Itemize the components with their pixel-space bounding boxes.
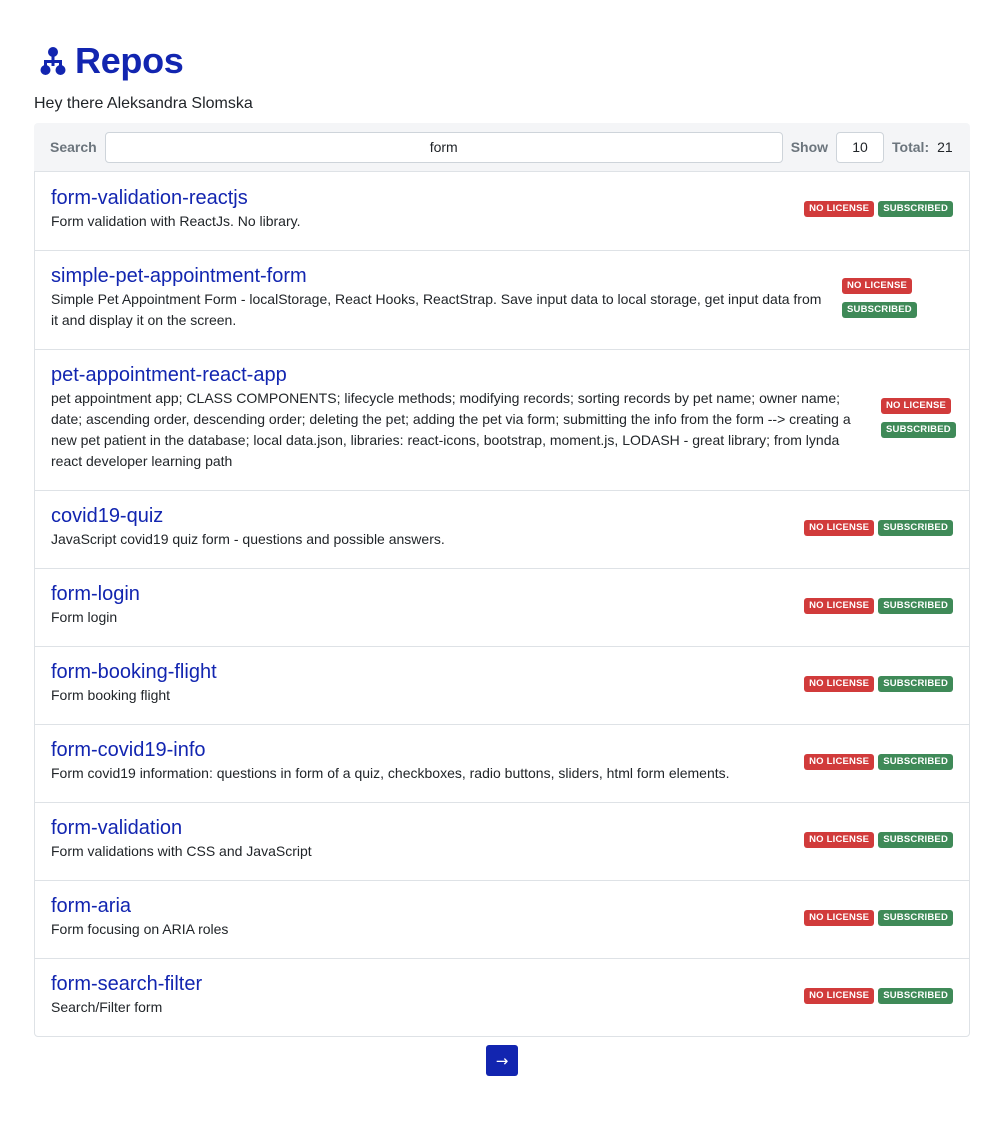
repo-badges: NO LICENSE SUBSCRIBED — [804, 753, 953, 770]
no-license-badge: NO LICENSE — [804, 909, 875, 926]
repo-list-item: form-booking-flight Form booking flight … — [35, 646, 969, 724]
subscribed-badge: SUBSCRIBED — [842, 302, 917, 318]
repo-info: form-search-filter Search/Filter form — [51, 973, 788, 1018]
no-license-badge: NO LICENSE — [804, 201, 875, 217]
search-input[interactable] — [104, 131, 783, 163]
no-license-badge: NO LICENSE — [804, 753, 875, 770]
search-toolbar: Search Show Total: 21 — [34, 123, 970, 171]
repo-name-link[interactable]: pet-appointment-react-app — [51, 364, 287, 386]
repo-badges: NO LICENSE SUBSCRIBED — [842, 278, 953, 318]
repo-badges: NO LICENSE SUBSCRIBED — [804, 597, 953, 614]
repo-list-item: form-validation-reactjs Form validation … — [35, 172, 969, 250]
subscribed-badge: SUBSCRIBED — [878, 909, 953, 926]
repo-description: Form validations with CSS and JavaScript — [51, 843, 312, 859]
repo-info: form-validation Form validations with CS… — [51, 817, 788, 862]
repo-name-link[interactable]: form-covid19-info — [51, 739, 206, 761]
repo-info: form-validation-reactjs Form validation … — [51, 187, 788, 232]
repo-description: Form login — [51, 609, 118, 625]
repo-description: Form focusing on ARIA roles — [51, 921, 229, 937]
repo-description: Form covid19 information: questions in f… — [51, 765, 730, 781]
repo-info: form-login Form login — [51, 583, 788, 628]
subscribed-badge: SUBSCRIBED — [881, 422, 956, 438]
repo-name-link[interactable]: form-validation-reactjs — [51, 187, 248, 209]
repo-info: simple-pet-appointment-form Simple Pet A… — [51, 265, 826, 331]
subscribed-badge: SUBSCRIBED — [878, 753, 953, 770]
repo-description: JavaScript covid19 quiz form - questions… — [51, 531, 445, 547]
subscribed-badge: SUBSCRIBED — [878, 987, 953, 1004]
no-license-badge: NO LICENSE — [842, 278, 913, 294]
page-size-input[interactable] — [836, 131, 885, 163]
repo-name-link[interactable]: form-booking-flight — [51, 661, 217, 683]
repo-name-link[interactable]: form-search-filter — [51, 973, 202, 995]
repo-name-link[interactable]: covid19-quiz — [51, 505, 163, 527]
repo-list-item: form-login Form login NO LICENSE SUBSCRI… — [35, 568, 969, 646]
page-title: Repos — [75, 40, 184, 81]
repo-list-item: simple-pet-appointment-form Simple Pet A… — [35, 250, 969, 349]
repo-badges: NO LICENSE SUBSCRIBED — [804, 831, 953, 848]
no-license-badge: NO LICENSE — [804, 597, 875, 614]
repo-description: Form validation with ReactJs. No library… — [51, 212, 301, 229]
subscribed-badge: SUBSCRIBED — [878, 675, 953, 692]
next-page-button[interactable]: → — [486, 1045, 518, 1076]
repo-list-item: form-validation Form validations with CS… — [35, 802, 969, 880]
repo-badges: NO LICENSE SUBSCRIBED — [804, 675, 953, 692]
repo-name-link[interactable]: form-validation — [51, 817, 182, 839]
repo-list-item: covid19-quiz JavaScript covid19 quiz for… — [35, 490, 969, 568]
repo-info: form-aria Form focusing on ARIA roles — [51, 895, 788, 940]
show-label: Show — [790, 139, 829, 155]
no-license-badge: NO LICENSE — [804, 831, 875, 848]
no-license-badge: NO LICENSE — [804, 987, 875, 1004]
total-count: 21 — [937, 139, 953, 155]
arrow-right-icon: → — [495, 1051, 509, 1070]
repo-list-item: form-search-filter Search/Filter form NO… — [35, 958, 969, 1036]
repo-badges: NO LICENSE SUBSCRIBED — [804, 909, 953, 926]
repo-description: Form booking flight — [51, 687, 171, 703]
repo-list: form-validation-reactjs Form validation … — [34, 171, 970, 1037]
repo-info: form-booking-flight Form booking flight — [51, 661, 788, 706]
no-license-badge: NO LICENSE — [804, 675, 875, 692]
repo-list-item: form-covid19-info Form covid19 informati… — [35, 724, 969, 802]
repo-list-item: pet-appointment-react-app pet appointmen… — [35, 349, 969, 490]
no-license-badge: NO LICENSE — [804, 519, 875, 536]
subscribed-badge: SUBSCRIBED — [878, 201, 953, 217]
repo-description: Simple Pet Appointment Form - localStora… — [51, 291, 822, 328]
repo-list-item: form-aria Form focusing on ARIA roles NO… — [35, 880, 969, 958]
page: Repos Hey there Aleksandra Slomska Searc… — [0, 0, 1004, 1124]
subscribed-badge: SUBSCRIBED — [878, 519, 953, 536]
repo-info: pet-appointment-react-app pet appointmen… — [51, 364, 865, 472]
repo-name-link[interactable]: form-login — [51, 583, 140, 605]
repo-info: form-covid19-info Form covid19 informati… — [51, 739, 788, 784]
subscribed-badge: SUBSCRIBED — [878, 831, 953, 848]
subscribed-badge: SUBSCRIBED — [878, 597, 953, 614]
repo-badges: NO LICENSE SUBSCRIBED — [804, 201, 953, 217]
repo-description: Search/Filter form — [51, 999, 163, 1015]
no-license-badge: NO LICENSE — [881, 398, 952, 414]
repo-badges: NO LICENSE SUBSCRIBED — [881, 398, 956, 438]
repo-name-link[interactable]: form-aria — [51, 895, 131, 917]
repo-badges: NO LICENSE SUBSCRIBED — [804, 519, 953, 536]
search-label: Search — [50, 139, 97, 155]
page-header: Repos — [34, 42, 970, 80]
org-tree-icon — [40, 47, 66, 75]
repo-badges: NO LICENSE SUBSCRIBED — [804, 987, 953, 1004]
greeting-text: Hey there Aleksandra Slomska — [34, 95, 253, 112]
repo-info: covid19-quiz JavaScript covid19 quiz for… — [51, 505, 788, 550]
pagination: → — [34, 1045, 970, 1076]
total-label: Total: — [892, 139, 930, 155]
repo-name-link[interactable]: simple-pet-appointment-form — [51, 265, 307, 287]
repo-description: pet appointment app; CLASS COMPONENTS; l… — [51, 390, 851, 469]
